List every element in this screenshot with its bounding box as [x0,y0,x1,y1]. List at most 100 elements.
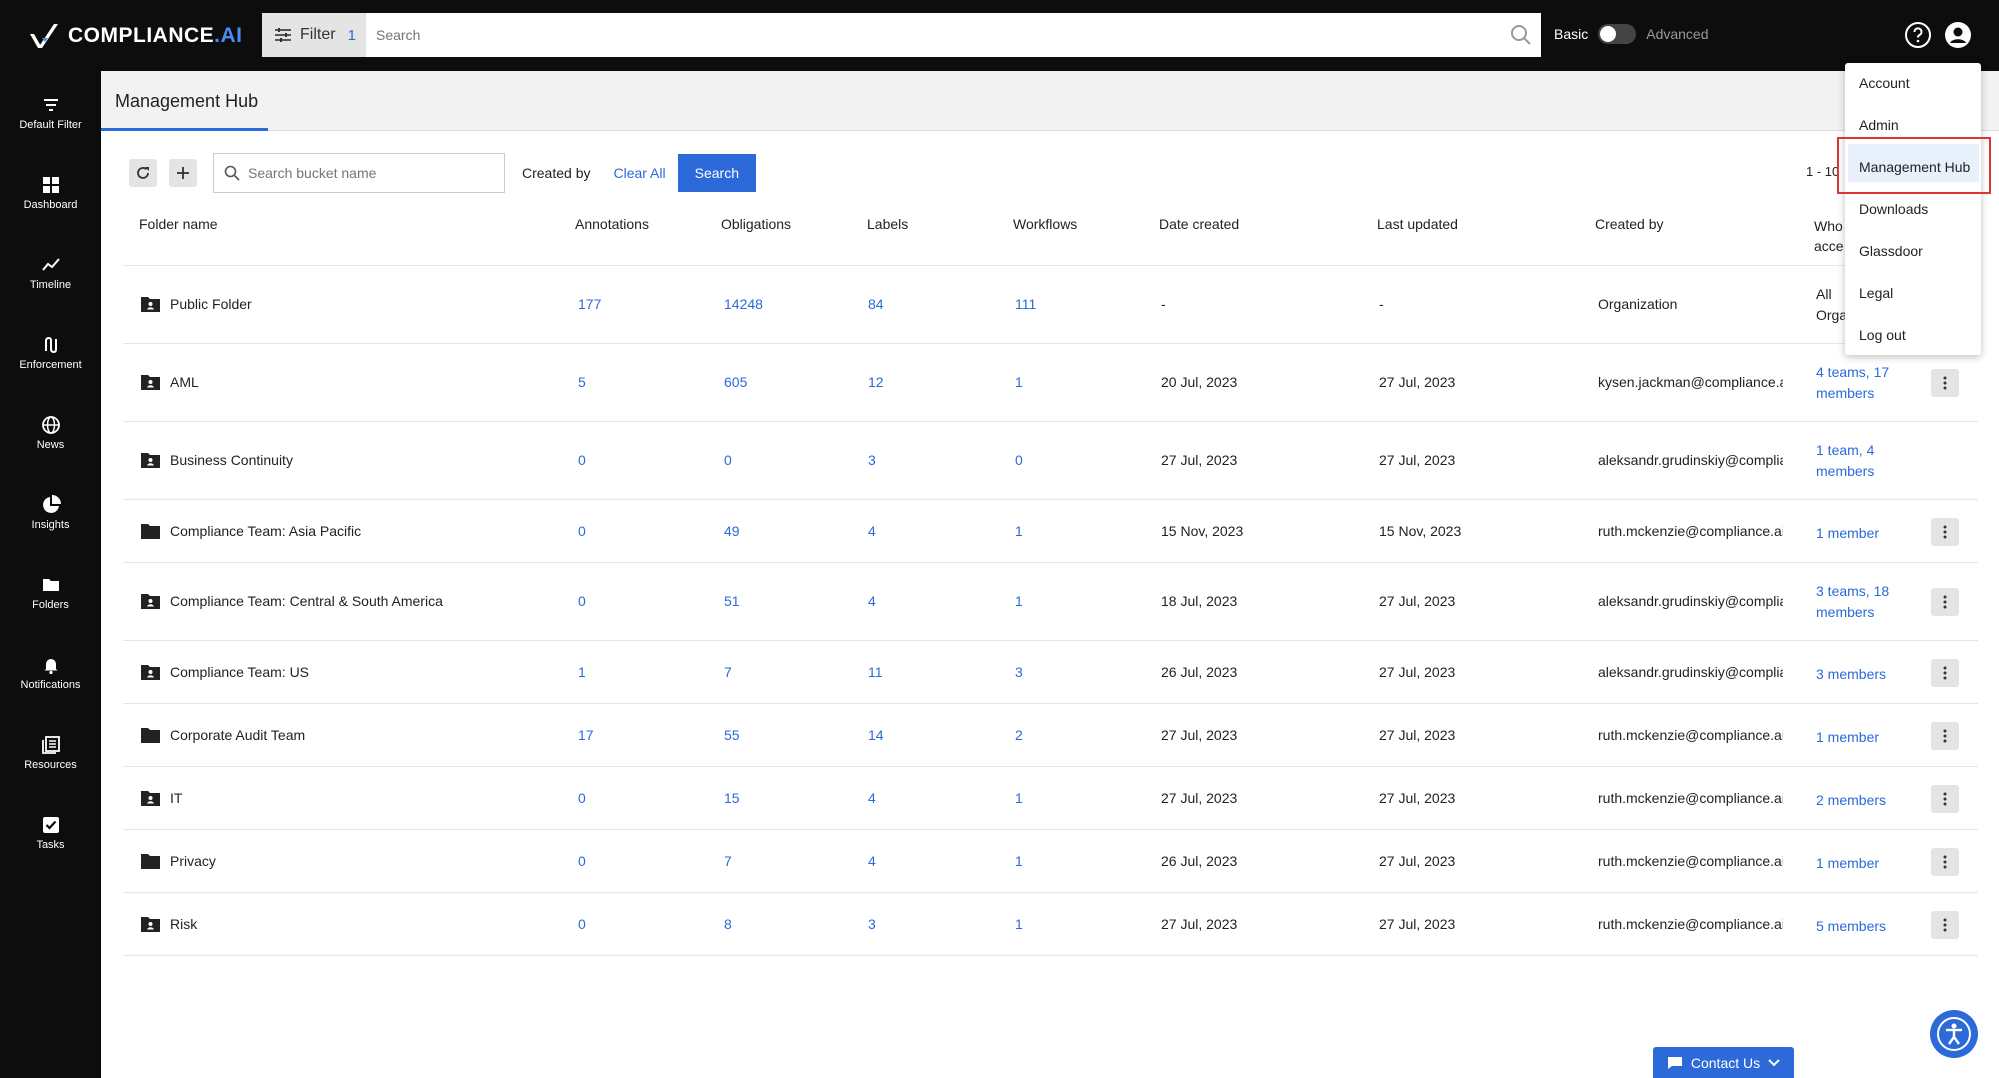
filter-button[interactable]: Filter 1 [262,13,366,57]
sidebar-item-insights[interactable]: Insights [0,495,101,531]
menu-item-legal[interactable]: Legal [1859,285,1893,301]
header-obligations[interactable]: Obligations [721,216,791,232]
row-actions-button[interactable] [1931,911,1959,939]
row-actions-button[interactable] [1931,369,1959,397]
table-row[interactable]: Business Continuity 0 0 3 0 27 Jul, 2023 27 Ju… [123,422,1978,500]
cell-labels[interactable]: 14 [868,727,884,743]
sidebar-item-tasks[interactable]: Tasks [0,815,101,851]
cell-annotations[interactable]: 1 [578,664,586,680]
menu-item-downloads[interactable]: Downloads [1859,201,1928,217]
sidebar-item-dashboard[interactable]: Dashboard [0,175,101,211]
cell-annotations[interactable]: 0 [578,593,586,609]
brand-logo[interactable]: COMPLIANCE.AI [28,20,243,52]
cell-annotations[interactable]: 0 [578,790,586,806]
cell-labels[interactable]: 11 [868,664,883,680]
cell-labels[interactable]: 4 [868,593,876,609]
refresh-button[interactable] [129,159,157,187]
row-actions-button[interactable] [1931,785,1959,813]
header-created-by[interactable]: Created by [1595,216,1663,232]
table-row[interactable]: Risk 0 8 3 1 27 Jul, 2023 27 Jul, 2023 ruth.mck… [123,893,1978,956]
table-row[interactable]: Privacy 0 7 4 1 26 Jul, 2023 27 Jul, 2023 ruth.… [123,830,1978,893]
row-actions-button[interactable] [1931,518,1959,546]
clear-all-link[interactable]: Clear All [613,165,665,181]
add-button[interactable] [169,159,197,187]
menu-item-glassdoor[interactable]: Glassdoor [1859,243,1923,259]
header-last-updated[interactable]: Last updated [1377,216,1458,232]
folder-name-cell[interactable]: Public Folder [141,296,252,312]
search-input[interactable] [366,13,1501,57]
folder-name-cell[interactable]: AML [141,374,199,390]
cell-workflows[interactable]: 1 [1015,523,1023,539]
header-labels[interactable]: Labels [867,216,908,232]
cell-workflows[interactable]: 2 [1015,727,1023,743]
accessibility-button[interactable] [1930,1010,1978,1058]
folder-name-cell[interactable]: IT [141,790,182,806]
help-icon[interactable] [1904,21,1932,49]
menu-item-admin[interactable]: Admin [1859,117,1899,133]
sidebar-item-notifications[interactable]: Notifications [0,655,101,691]
cell-annotations[interactable]: 0 [578,452,586,468]
cell-labels[interactable]: 4 [868,853,876,869]
cell-annotations[interactable]: 17 [578,727,594,743]
cell-obligations[interactable]: 15 [724,790,740,806]
contact-us-button[interactable]: Contact Us [1653,1047,1794,1078]
cell-workflows[interactable]: 0 [1015,452,1023,468]
tab-management-hub[interactable]: Management Hub [115,91,258,112]
table-row[interactable]: Corporate Audit Team 17 55 14 2 27 Jul, 2023 2… [123,704,1978,767]
menu-item-account[interactable]: Account [1859,75,1910,91]
cell-access[interactable]: 1 member [1816,523,1906,544]
header-who-has-access[interactable]: Who acce [1814,216,1844,256]
cell-labels[interactable]: 3 [868,916,876,932]
cell-labels[interactable]: 12 [868,374,884,390]
cell-workflows[interactable]: 3 [1015,664,1023,680]
cell-access[interactable]: 2 members [1816,790,1906,811]
table-row[interactable]: Compliance Team: Asia Pacific 0 49 4 1 15 Nov… [123,500,1978,563]
cell-workflows[interactable]: 1 [1015,790,1023,806]
table-row[interactable]: AML 5 605 12 1 20 Jul, 2023 27 Jul, 2023 kysen.… [123,344,1978,422]
row-actions-button[interactable] [1931,588,1959,616]
cell-obligations[interactable]: 7 [724,853,732,869]
search-icon[interactable] [1501,24,1541,46]
bucket-search-input[interactable] [248,165,478,181]
row-actions-button[interactable] [1931,722,1959,750]
menu-item-log-out[interactable]: Log out [1859,327,1906,343]
cell-workflows[interactable]: 1 [1015,593,1023,609]
cell-labels[interactable]: 4 [868,790,876,806]
mode-switch[interactable] [1598,24,1637,44]
cell-access[interactable]: 1 team, 4 members [1816,440,1906,482]
cell-annotations[interactable]: 0 [578,853,586,869]
table-row[interactable]: Compliance Team: US 1 7 11 3 26 Jul, 2023 27 J… [123,641,1978,704]
cell-access[interactable]: 1 member [1816,853,1906,874]
header-workflows[interactable]: Workflows [1013,216,1077,232]
account-icon[interactable] [1944,21,1972,49]
cell-labels[interactable]: 84 [868,296,884,312]
folder-name-cell[interactable]: Business Continuity [141,452,293,468]
cell-obligations[interactable]: 49 [724,523,740,539]
sidebar-item-news[interactable]: News [0,415,101,451]
cell-annotations[interactable]: 177 [578,296,601,312]
cell-obligations[interactable]: 51 [724,593,740,609]
folder-name-cell[interactable]: Compliance Team: US [141,664,309,680]
sidebar-item-enforcement[interactable]: Enforcement [0,335,101,371]
created-by-filter-label[interactable]: Created by [522,165,590,181]
cell-access[interactable]: 5 members [1816,916,1906,937]
cell-workflows[interactable]: 1 [1015,916,1023,932]
search-button[interactable]: Search [677,154,756,192]
cell-workflows[interactable]: 1 [1015,374,1023,390]
header-annotations[interactable]: Annotations [575,216,649,232]
cell-obligations[interactable]: 7 [724,664,732,680]
cell-workflows[interactable]: 1 [1015,853,1023,869]
row-actions-button[interactable] [1931,848,1959,876]
cell-access[interactable]: 1 member [1816,727,1906,748]
folder-name-cell[interactable]: Compliance Team: Asia Pacific [141,523,361,539]
cell-obligations[interactable]: 0 [724,452,732,468]
folder-name-cell[interactable]: Risk [141,916,197,932]
table-row[interactable]: Public Folder 177 14248 84 111 - - Organization… [123,266,1978,344]
cell-access[interactable]: 3 teams, 18 members [1816,581,1906,623]
bucket-search-field[interactable] [213,153,505,193]
table-row[interactable]: IT 0 15 4 1 27 Jul, 2023 27 Jul, 2023 ruth.mcke… [123,767,1978,830]
folder-name-cell[interactable]: Corporate Audit Team [141,727,305,743]
sidebar-item-timeline[interactable]: Timeline [0,255,101,291]
cell-annotations[interactable]: 5 [578,374,586,390]
cell-workflows[interactable]: 111 [1015,296,1036,312]
